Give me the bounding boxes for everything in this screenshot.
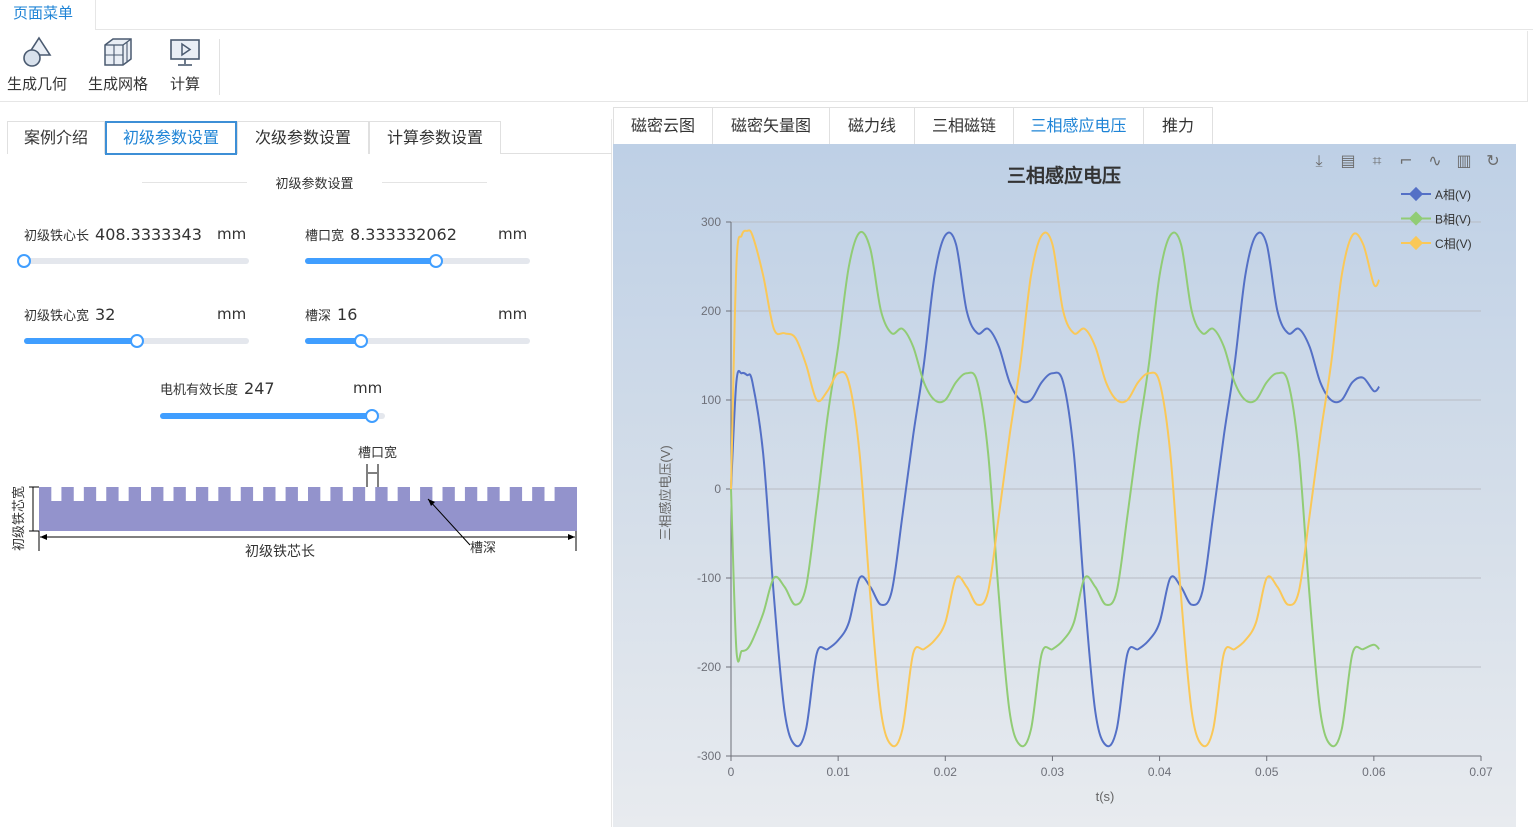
tab-flux-lines[interactable]: 磁力线 bbox=[829, 107, 915, 144]
generate-geometry-button[interactable]: 生成几何 bbox=[5, 35, 69, 94]
param-label: 初级铁心长 bbox=[24, 229, 90, 244]
tab-three-phase-voltage[interactable]: 三相感应电压 bbox=[1013, 107, 1144, 144]
x-tick-label: 0.03 bbox=[1041, 765, 1065, 779]
param-slot-width: 槽口宽 8.333332062 mm bbox=[305, 225, 535, 244]
arrow-head bbox=[40, 534, 47, 540]
param-unit: mm bbox=[498, 305, 528, 323]
legend-label: B相(V) bbox=[1435, 213, 1471, 227]
param-value[interactable]: 16 bbox=[337, 305, 357, 324]
param-label: 电机有效长度 bbox=[160, 383, 239, 398]
param-value[interactable]: 32 bbox=[95, 305, 115, 324]
core-length-label: 初级铁芯长 bbox=[245, 543, 315, 560]
chart-title: 三相感应电压 bbox=[1007, 164, 1121, 187]
param-motor-length: 电机有效长度 247 mm bbox=[160, 379, 390, 398]
mesh-icon bbox=[104, 38, 132, 66]
param-unit: mm bbox=[217, 305, 247, 323]
param-value[interactable]: 408.3333343 bbox=[95, 225, 202, 244]
param-unit: mm bbox=[498, 225, 528, 243]
tab-flux-density-vector[interactable]: 磁密矢量图 bbox=[712, 107, 830, 144]
param-label: 槽深 bbox=[305, 309, 332, 324]
slider-fill bbox=[305, 338, 362, 344]
x-tick-label: 0 bbox=[728, 765, 735, 779]
slider-fill bbox=[24, 338, 137, 344]
param-core-length: 初级铁心长 408.3333343 mm bbox=[24, 225, 254, 244]
series-line-3 bbox=[730, 229, 1381, 748]
x-tick-label: 0.02 bbox=[934, 765, 958, 779]
param-unit: mm bbox=[217, 225, 247, 243]
core-width-label: 初级铁芯宽 bbox=[11, 486, 26, 551]
y-tick-label: -300 bbox=[697, 749, 721, 763]
y-axis-label: 三相感应电压(V) bbox=[658, 445, 673, 540]
x-tick-label: 0.07 bbox=[1469, 765, 1493, 779]
x-tick-label: 0.06 bbox=[1362, 765, 1386, 779]
slider-handle[interactable] bbox=[428, 254, 443, 268]
x-tick-label: 0.05 bbox=[1255, 765, 1279, 779]
param-value[interactable]: 8.333332062 bbox=[350, 225, 457, 244]
core-length-slider[interactable] bbox=[17, 254, 249, 268]
legend-label: C相(V) bbox=[1435, 237, 1472, 251]
tab-case-intro[interactable]: 案例介绍 bbox=[7, 121, 105, 154]
slider-handle[interactable] bbox=[17, 254, 31, 268]
voltage-chart: 三相感应电压 300 200 100 0 -100 -200 -300 0 0.01 0.02 0.… bbox=[658, 164, 1493, 804]
y-tick-label: 0 bbox=[714, 482, 721, 496]
toolbar-label: 计算 bbox=[169, 75, 200, 93]
y-tick-label: 300 bbox=[701, 215, 721, 229]
tab-compute-params[interactable]: 计算参数设置 bbox=[369, 121, 501, 154]
legend-label: A相(V) bbox=[1435, 188, 1471, 202]
primary-core-diagram: 槽口宽 初级铁芯宽 初级铁芯长 槽深 bbox=[11, 445, 577, 560]
toolbar-label: 生成几何 bbox=[6, 75, 67, 93]
slot-depth-slider[interactable] bbox=[305, 334, 530, 348]
toolbar-divider bbox=[219, 39, 220, 95]
motor-length-slider[interactable] bbox=[160, 409, 385, 423]
toolbar-label: 生成网格 bbox=[87, 75, 148, 93]
tab-three-phase-flux-linkage[interactable]: 三相磁链 bbox=[914, 107, 1014, 144]
param-slot-depth: 槽深 16 mm bbox=[305, 305, 535, 324]
section-title: 初级参数设置 bbox=[142, 173, 487, 192]
param-value[interactable]: 247 bbox=[244, 379, 275, 398]
x-tick-label: 0.01 bbox=[826, 765, 850, 779]
y-tick-label: 100 bbox=[701, 393, 721, 407]
slider-handle[interactable] bbox=[364, 409, 379, 423]
compute-icon bbox=[170, 39, 200, 66]
x-tick-label: 0.04 bbox=[1148, 765, 1172, 779]
legend-swatch-marker bbox=[1408, 186, 1424, 202]
core-teeth-shape bbox=[39, 487, 577, 531]
slider-fill bbox=[305, 258, 436, 264]
tab-thrust[interactable]: 推力 bbox=[1143, 107, 1213, 144]
tab-flux-density-contour[interactable]: 磁密云图 bbox=[613, 107, 713, 144]
chart-panel: ⤓ ▤ ⌗ ⌐ ∿ ▥ ↻ 三相感应电压 300 200 100 0 -100 -200-… bbox=[613, 144, 1516, 827]
param-unit: mm bbox=[353, 379, 383, 397]
param-core-width: 初级铁心宽 32 mm bbox=[24, 305, 254, 324]
param-label: 初级铁心宽 bbox=[24, 309, 90, 324]
left-tab-bar: 案例介绍 初级参数设置 次级参数设置 计算参数设置 bbox=[7, 119, 612, 155]
legend-swatch-marker bbox=[1408, 235, 1424, 251]
left-panel: 案例介绍 初级参数设置 次级参数设置 计算参数设置 初级参数设置 初级铁心长 40… bbox=[7, 119, 612, 827]
tab-primary-params[interactable]: 初级参数设置 bbox=[105, 121, 237, 155]
slot-width-slider[interactable] bbox=[305, 254, 530, 268]
slot-width-label: 槽口宽 bbox=[358, 445, 397, 460]
y-tick-label: -100 bbox=[697, 571, 721, 585]
geometry-icon bbox=[23, 36, 52, 67]
legend-swatch-marker bbox=[1408, 211, 1424, 226]
y-tick-label: 200 bbox=[701, 304, 721, 318]
tab-secondary-params[interactable]: 次级参数设置 bbox=[237, 121, 369, 154]
compute-button[interactable]: 计算 bbox=[164, 35, 206, 94]
slider-fill bbox=[160, 413, 372, 419]
page-menu-tab[interactable]: 页面菜单 bbox=[0, 0, 96, 30]
core-width-slider[interactable] bbox=[24, 334, 249, 348]
slider-handle[interactable] bbox=[354, 334, 369, 348]
generate-mesh-button[interactable]: 生成网格 bbox=[85, 35, 151, 94]
slider-handle[interactable] bbox=[129, 334, 144, 348]
toolbar: 生成几何 生成网格 计算 bbox=[0, 31, 1528, 102]
param-label: 槽口宽 bbox=[305, 229, 345, 244]
slot-depth-label: 槽深 bbox=[470, 540, 496, 555]
arrow-head bbox=[568, 534, 575, 540]
x-axis-label: t(s) bbox=[1096, 789, 1115, 804]
menu-bar: 页面菜单 bbox=[0, 0, 1533, 30]
y-tick-label: -200 bbox=[697, 660, 721, 674]
